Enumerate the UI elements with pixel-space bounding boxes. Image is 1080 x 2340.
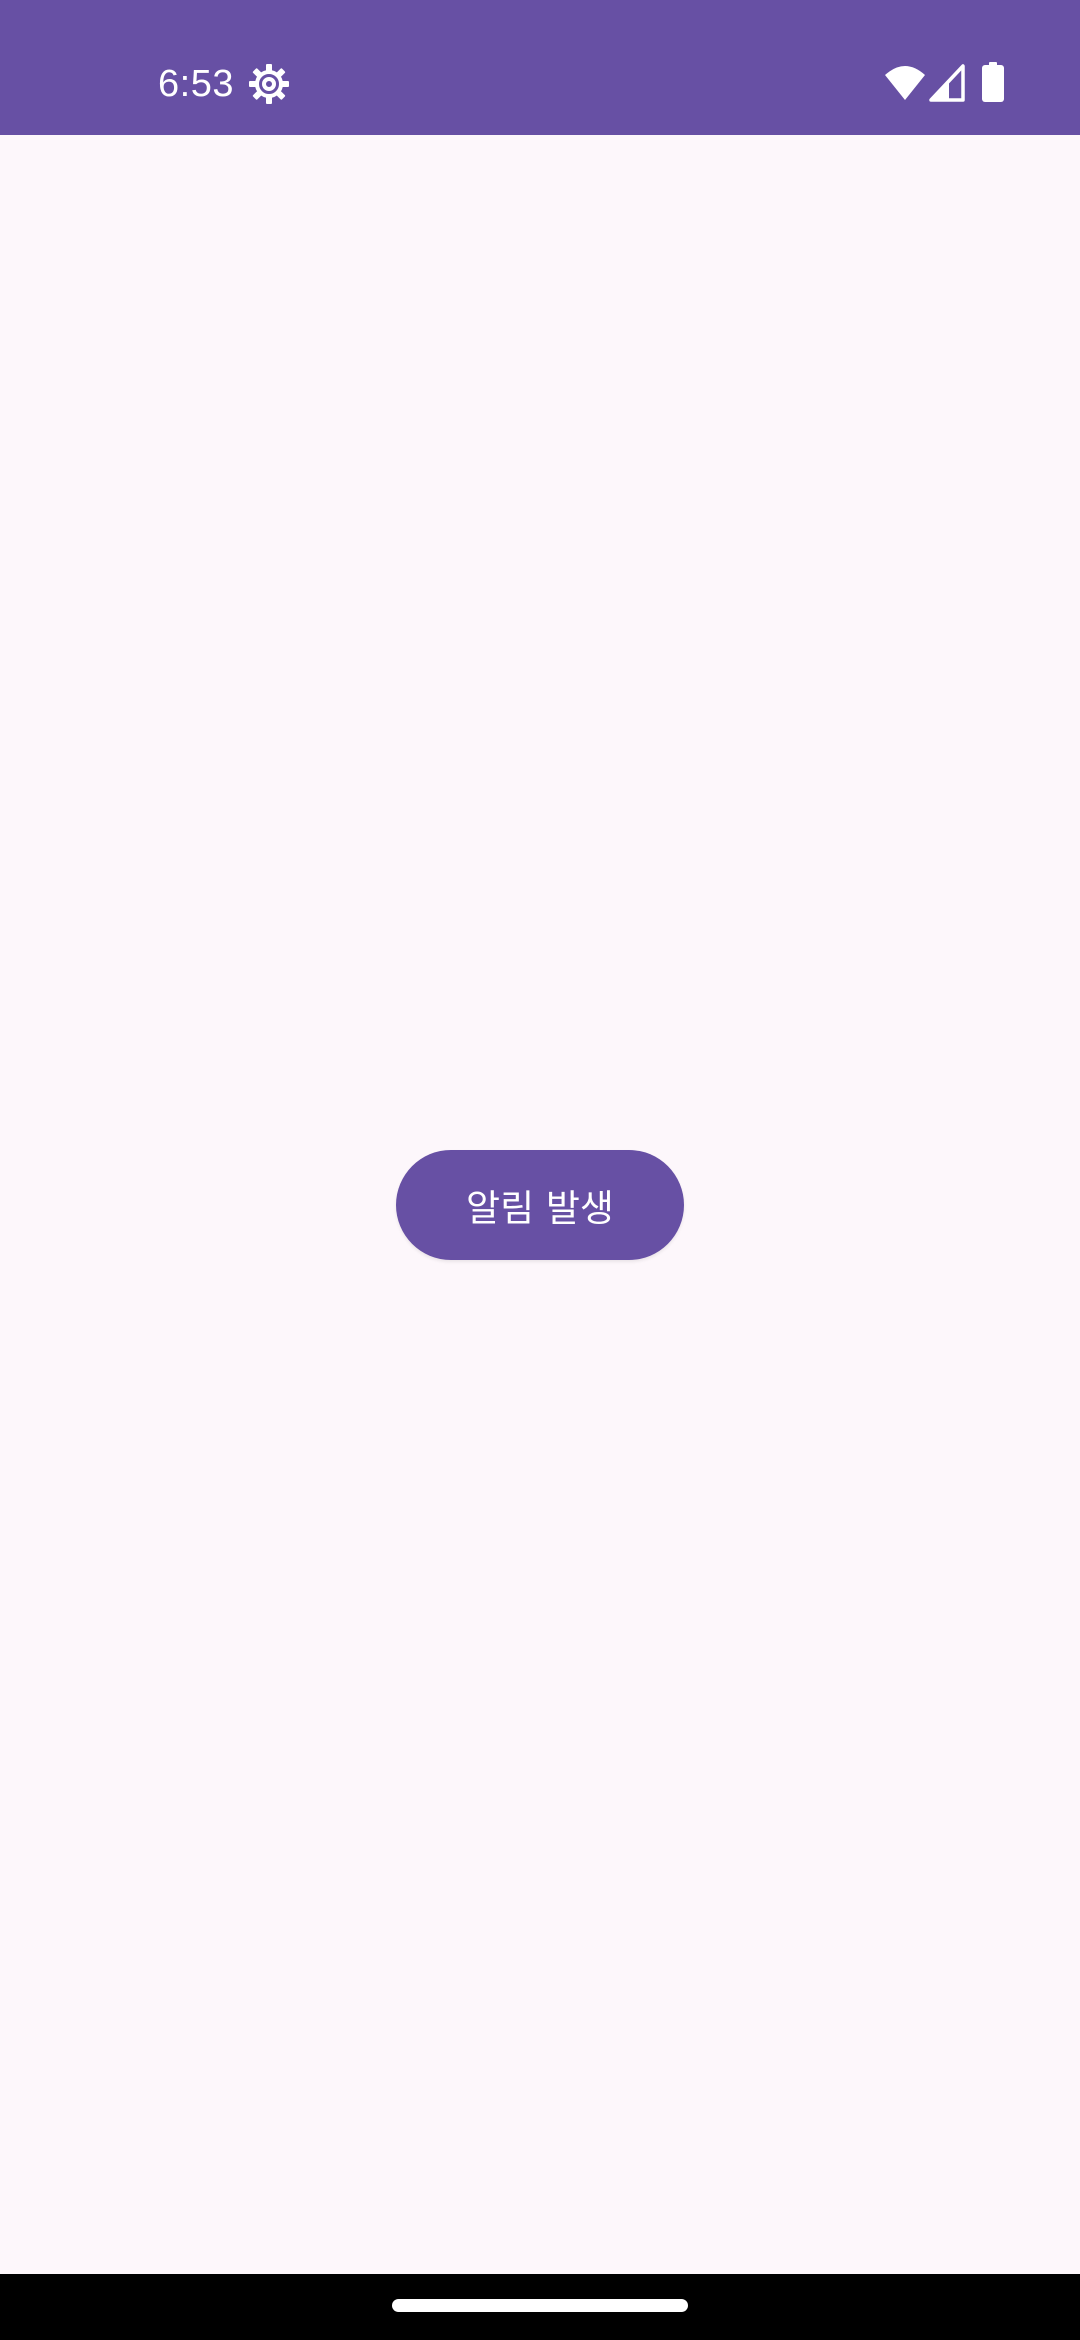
settings-icon — [248, 63, 290, 105]
trigger-notification-button[interactable]: 알림 발생 — [396, 1150, 684, 1260]
home-gesture-handle[interactable] — [392, 2299, 688, 2312]
cell-signal-icon — [929, 64, 965, 102]
battery-icon — [982, 62, 1004, 102]
status-time: 6:53 — [158, 63, 234, 105]
status-bar: 6:53 — [0, 0, 1080, 135]
wifi-icon — [884, 64, 926, 102]
